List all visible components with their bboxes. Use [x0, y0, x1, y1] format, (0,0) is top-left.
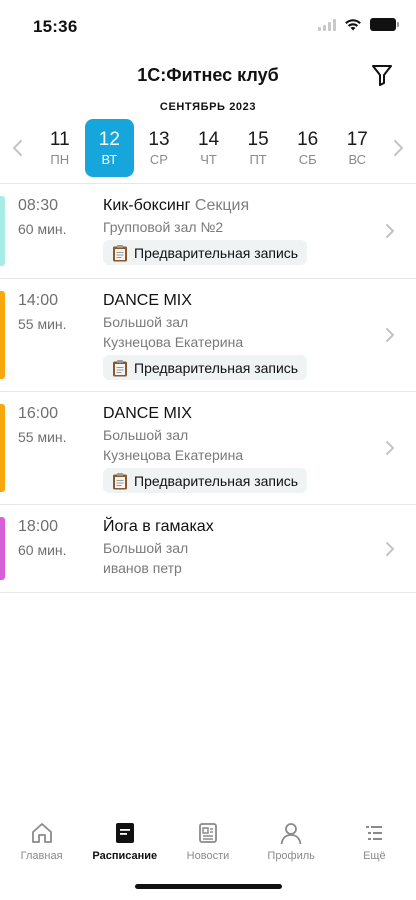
- tab-news[interactable]: Новости: [166, 812, 249, 872]
- booking-badge-label: Предварительная запись: [134, 472, 299, 489]
- clipboard-icon: [113, 244, 127, 261]
- session-accent: [0, 196, 5, 266]
- status-icons: [318, 18, 399, 31]
- chevron-left-icon: [13, 140, 22, 156]
- day-weekday: ПТ: [249, 151, 267, 167]
- tab-label: Расписание: [92, 850, 158, 862]
- day-12[interactable]: 12 ВТ: [84, 119, 135, 177]
- month-label: СЕНТЯБРЬ 2023: [159, 101, 257, 113]
- header: 1С:Фитнес клуб: [0, 58, 416, 94]
- day-number: 15: [247, 128, 269, 150]
- session-time: 18:00: [18, 518, 59, 535]
- booking-badge: Предварительная запись: [103, 355, 308, 380]
- session-item[interactable]: 08:30 60 мин. Кик-боксинг Секция Группов…: [0, 184, 416, 279]
- day-14[interactable]: 14 ЧТ: [184, 119, 234, 177]
- day-16[interactable]: 16 СБ: [283, 119, 333, 177]
- session-duration: 55 мин.: [18, 429, 67, 445]
- booking-badge: Предварительная запись: [103, 468, 308, 493]
- schedule-icon: [115, 823, 134, 843]
- day-number: 11: [49, 128, 70, 150]
- session-title: Кик-боксинг: [103, 197, 191, 214]
- more-icon: [366, 826, 383, 840]
- session-title: Йога в гамаках: [103, 518, 214, 535]
- day-weekday: ПН: [50, 151, 70, 167]
- day-weekday: СБ: [298, 151, 317, 167]
- session-time: 16:00: [18, 405, 59, 422]
- session-subtitle: Секция: [194, 197, 250, 214]
- prev-week-button[interactable]: [8, 136, 28, 160]
- session-duration: 55 мин.: [18, 316, 67, 332]
- filter-button[interactable]: [370, 62, 394, 88]
- session-duration: 60 мин.: [18, 542, 67, 558]
- day-weekday: ВТ: [101, 151, 118, 167]
- session-item[interactable]: 18:00 60 мин. Йога в гамаках Большой зал…: [0, 505, 416, 593]
- chevron-right-icon: [386, 328, 394, 342]
- schedule-list: 08:30 60 мин. Кик-боксинг Секция Группов…: [0, 184, 416, 593]
- chevron-right-icon: [386, 542, 394, 556]
- session-title: DANCE MIX: [103, 292, 192, 309]
- chevron-right-icon: [386, 224, 394, 238]
- session-trainer: Кузнецова Екатерина: [103, 447, 244, 463]
- chevron-right-icon: [386, 441, 394, 455]
- week-days: 11 ПН 12 ВТ 13 СР 14 ЧТ 15 ПТ 16 СБ 17 ВС: [35, 119, 382, 177]
- tab-schedule[interactable]: Расписание: [83, 812, 166, 872]
- tab-label: Новости: [186, 850, 230, 862]
- tab-bar: Главная Расписание Новости Профиль Ещё: [0, 812, 416, 872]
- booking-badge-label: Предварительная запись: [134, 244, 299, 261]
- session-room: Большой зал: [103, 540, 189, 556]
- home-icon: [31, 823, 52, 843]
- day-11[interactable]: 11 ПН: [35, 119, 85, 177]
- tab-label: Профиль: [267, 850, 315, 862]
- session-trainer: иванов петр: [103, 560, 182, 576]
- cellular-signal-icon: [318, 18, 336, 31]
- tab-label: Главная: [20, 850, 63, 862]
- day-number: 13: [148, 128, 170, 150]
- day-number: 17: [346, 128, 368, 150]
- chevron-right-icon: [394, 140, 403, 156]
- session-title: DANCE MIX: [103, 405, 192, 422]
- tab-more[interactable]: Ещё: [333, 812, 416, 872]
- day-weekday: ВС: [348, 151, 367, 167]
- session-room: Большой зал: [103, 314, 189, 330]
- clipboard-icon: [113, 359, 127, 376]
- profile-icon: [280, 823, 302, 845]
- session-accent: [0, 517, 5, 580]
- session-item[interactable]: 16:00 55 мин. DANCE MIX Большой зал Кузн…: [0, 392, 416, 505]
- next-week-button[interactable]: [388, 136, 408, 160]
- session-duration: 60 мин.: [18, 221, 67, 237]
- status-bar: 15:36: [0, 0, 416, 50]
- tab-home[interactable]: Главная: [0, 812, 83, 872]
- session-title-line: Кик-боксинг Секция: [103, 196, 376, 216]
- session-room: Большой зал: [103, 427, 189, 443]
- home-indicator: [135, 884, 282, 889]
- wifi-icon: [345, 19, 361, 31]
- session-accent: [0, 291, 5, 379]
- booking-badge: Предварительная запись: [103, 240, 308, 265]
- session-trainer: Кузнецова Екатерина: [103, 334, 244, 350]
- day-weekday: ЧТ: [200, 151, 217, 167]
- day-17[interactable]: 17 ВС: [332, 119, 382, 177]
- tab-label: Ещё: [363, 850, 386, 862]
- day-15[interactable]: 15 ПТ: [233, 119, 283, 177]
- tab-profile[interactable]: Профиль: [250, 812, 333, 872]
- status-time: 15:36: [33, 17, 78, 36]
- news-icon: [199, 823, 217, 843]
- day-number: 14: [197, 128, 220, 150]
- day-number: 12: [98, 128, 120, 150]
- session-item[interactable]: 14:00 55 мин. DANCE MIX Большой зал Кузн…: [0, 279, 416, 392]
- session-time: 14:00: [18, 292, 59, 309]
- day-number: 16: [297, 128, 319, 150]
- booking-badge-label: Предварительная запись: [134, 359, 299, 376]
- page-title: 1С:Фитнес клуб: [137, 65, 279, 85]
- session-time: 08:30: [18, 197, 59, 214]
- battery-icon: [370, 18, 399, 31]
- clipboard-icon: [113, 472, 127, 489]
- filter-icon: [372, 65, 392, 86]
- day-13[interactable]: 13 СР: [134, 119, 184, 177]
- session-room: Групповой зал №2: [103, 219, 224, 235]
- day-weekday: СР: [149, 151, 168, 167]
- session-accent: [0, 404, 5, 492]
